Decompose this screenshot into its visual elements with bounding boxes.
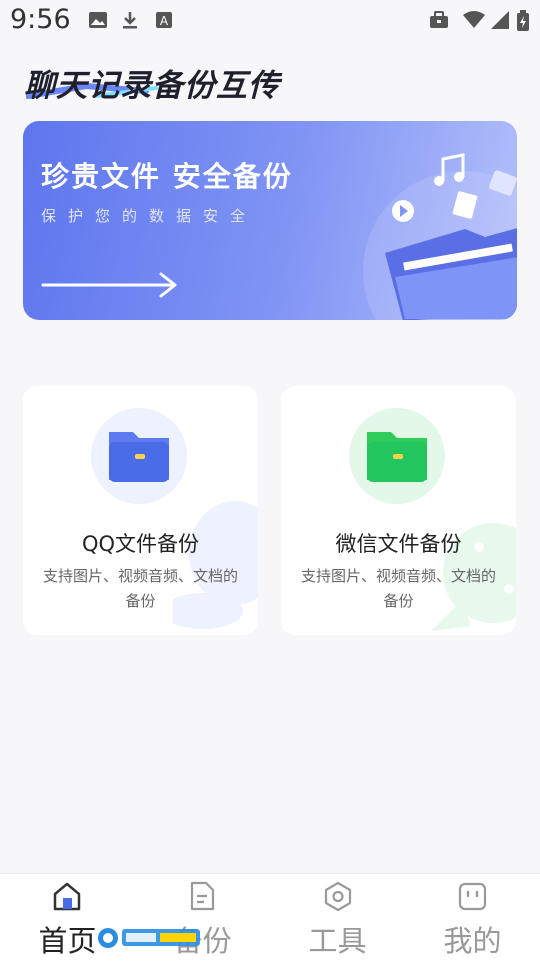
nav-tools-label: 工具 xyxy=(308,924,367,958)
arrow-right-icon xyxy=(41,272,177,298)
qq-icon-circle xyxy=(91,408,187,504)
page-title: 聊天记录备份互传 xyxy=(24,68,280,104)
nav-profile[interactable]: 我的 xyxy=(405,874,540,961)
qq-backup-card[interactable]: QQ文件备份 支持图片、视频音频、文档的备份 xyxy=(23,386,258,635)
qq-card-description: 支持图片、视频音频、文档的备份 xyxy=(42,567,238,610)
folder-files-illustration xyxy=(363,153,517,320)
profile-face-icon xyxy=(458,882,487,911)
folder-icon xyxy=(109,432,169,482)
download-icon xyxy=(123,12,137,29)
home-icon xyxy=(53,882,81,911)
nav-tools[interactable]: 工具 xyxy=(270,874,405,961)
qq-card-title: QQ文件备份 xyxy=(81,532,200,556)
nav-profile-label: 我的 xyxy=(443,924,502,958)
image-icon xyxy=(89,12,107,28)
font-a-icon: A xyxy=(156,12,172,28)
site-watermark-logo xyxy=(98,928,200,948)
play-icon xyxy=(392,200,414,222)
wechat-card-description: 支持图片、视频音频、文档的备份 xyxy=(300,567,496,610)
wechat-backup-card[interactable]: 微信文件备份 支持图片、视频音频、文档的备份 xyxy=(281,386,516,635)
battery-charging-icon xyxy=(517,10,529,31)
svg-text:A: A xyxy=(160,14,169,28)
signal-icon xyxy=(491,11,509,29)
bottom-navigation: 首页 备份 工具 我的 xyxy=(0,873,540,961)
wifi-icon xyxy=(463,11,485,28)
folder-icon xyxy=(367,432,427,482)
status-bar: 9:56 A xyxy=(0,0,540,44)
wechat-icon-circle xyxy=(349,408,445,504)
promo-banner[interactable]: 珍贵文件 安全备份 保护您的数据安全 xyxy=(23,121,517,320)
briefcase-icon xyxy=(430,11,448,28)
banner-subtitle: 保护您的数据安全 xyxy=(41,207,258,225)
wechat-card-title: 微信文件备份 xyxy=(335,532,462,556)
status-time: 9:56 xyxy=(10,4,71,35)
hexagon-tool-icon xyxy=(324,881,352,912)
banner-title: 珍贵文件 安全备份 xyxy=(41,160,293,193)
document-icon xyxy=(190,881,215,911)
